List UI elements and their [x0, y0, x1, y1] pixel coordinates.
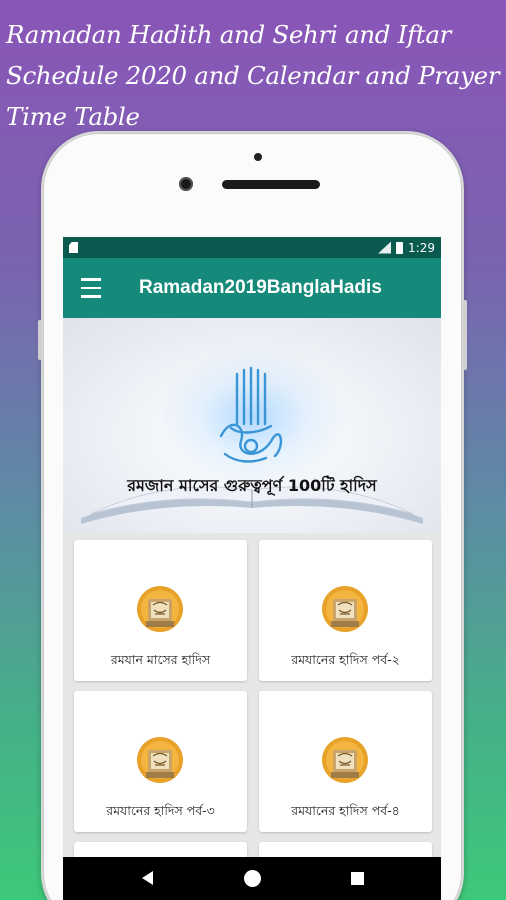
earpiece-speaker — [222, 180, 320, 189]
signal-icon — [378, 241, 392, 254]
phone-screen: 1:29 Ramadan2019BanglaHadis রমজান মাসের … — [63, 237, 441, 900]
system-nav-bar — [63, 857, 441, 900]
quran-icon — [322, 737, 368, 783]
back-icon[interactable] — [142, 871, 153, 885]
recent-apps-icon[interactable] — [351, 872, 364, 885]
sensor-dot — [254, 153, 262, 161]
card-label: রমযানের হাদিস পর্ব-৩ — [106, 803, 215, 818]
card-ramadan-hadith-part-2[interactable]: রমযানের হাদিস পর্ব-২ — [259, 540, 432, 681]
card-label: রমযানের হাদিস পর্ব-৪ — [291, 803, 400, 818]
battery-icon — [396, 241, 404, 254]
calligraphy-icon — [219, 366, 283, 463]
promo-caption: Ramadan Hadith and Sehri and Iftar Sched… — [6, 14, 506, 137]
quran-icon — [137, 586, 183, 632]
promo-line-1: Ramadan Hadith and Sehri and Iftar — [6, 20, 452, 49]
status-time: 1:29 — [408, 240, 435, 255]
promo-line-2: Schedule 2020 and Calendar and Prayer — [6, 61, 500, 90]
home-icon[interactable] — [244, 870, 261, 887]
sd-card-icon — [69, 242, 78, 253]
card-ramadan-hadith-part-3[interactable]: রমযানের হাদিস পর্ব-৩ — [74, 691, 247, 832]
quran-icon — [322, 586, 368, 632]
front-camera — [179, 177, 193, 191]
card-label: রমযান মাসের হাদিস — [110, 652, 211, 667]
app-title: Ramadan2019BanglaHadis — [139, 277, 382, 298]
menu-icon[interactable] — [63, 275, 119, 301]
power-button — [463, 300, 467, 370]
main-content: রমজান মাসের গুরুত্বপূর্ণ 100টি হাদিস রময… — [63, 318, 441, 900]
banner-title: রমজান মাসের গুরুত্বপূর্ণ 100টি হাদিস — [127, 476, 377, 495]
card-ramadan-hadith[interactable]: রমযান মাসের হাদিস — [74, 540, 247, 681]
app-bar: Ramadan2019BanglaHadis — [63, 258, 441, 318]
card-ramadan-hadith-part-4[interactable]: রমযানের হাদিস পর্ব-৪ — [259, 691, 432, 832]
volume-button — [38, 320, 42, 360]
card-label: রমযানের হাদিস পর্ব-২ — [291, 652, 400, 667]
quran-icon — [137, 737, 183, 783]
hadith-banner[interactable]: রমজান মাসের গুরুত্বপূর্ণ 100টি হাদিস — [63, 318, 441, 533]
status-bar: 1:29 — [63, 237, 441, 258]
